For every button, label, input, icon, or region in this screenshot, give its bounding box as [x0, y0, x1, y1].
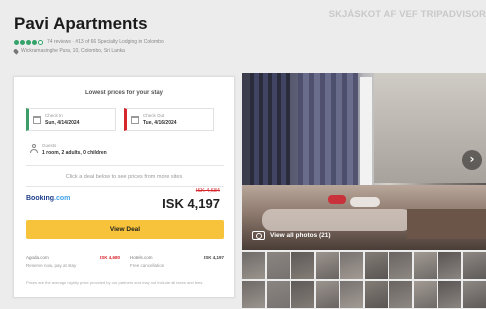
- divider: [26, 186, 224, 187]
- photo-thumbnail[interactable]: [413, 252, 437, 279]
- page-title: Pavi Apartments: [14, 14, 148, 33]
- rating-bubble-icon: [26, 39, 31, 45]
- deals-note: Click a deal below to see prices from mo…: [65, 174, 183, 180]
- check-in-field[interactable]: Check In Sun, 4/14/2024: [26, 108, 116, 131]
- offer-item[interactable]: Agoda.com Reserve now, pay at stay ISK 4…: [26, 253, 120, 273]
- rating-bubble-icon: [32, 39, 37, 45]
- photo-sheet: [262, 209, 412, 231]
- address-text: Wickramasinghe Pura, 10, Colombo, Sri La…: [21, 48, 125, 54]
- offer-name: Hotels.com: [130, 255, 153, 260]
- photo-thumbnail[interactable]: [389, 252, 412, 279]
- view-all-photos-button[interactable]: View all photos (21): [252, 231, 331, 240]
- photo-thumbnail[interactable]: [315, 280, 339, 308]
- photo-thumbnail[interactable]: [364, 252, 388, 279]
- map-pin-icon: [12, 47, 20, 55]
- photo-thumbnail[interactable]: [266, 252, 290, 279]
- check-in-value: Sun, 4/14/2024: [45, 120, 80, 126]
- photo-thumbnail[interactable]: [340, 280, 363, 308]
- camera-icon: [252, 231, 265, 240]
- rating-row: 74 reviews · #13 of 66 Specialty Lodging…: [14, 38, 294, 46]
- photo-thumbnail[interactable]: [413, 280, 437, 308]
- rating-bubbles[interactable]: [14, 39, 43, 45]
- photo-thumbnail[interactable]: [242, 252, 265, 279]
- photo-thumbnail[interactable]: [438, 280, 461, 308]
- old-price: ISK 4,684: [195, 188, 220, 194]
- other-offers: Agoda.com Reserve now, pay at stay ISK 4…: [26, 253, 224, 275]
- rating-bubble-icon: [14, 39, 19, 45]
- offer-item[interactable]: Hotels.com Free cancellation ISK 4,197: [130, 253, 224, 273]
- photo-pillow: [350, 197, 380, 207]
- calendar-icon: [131, 116, 139, 124]
- provider-logo[interactable]: Booking.com: [26, 195, 70, 202]
- photo-pillow: [328, 195, 346, 204]
- photo-thumbnail[interactable]: [291, 280, 314, 308]
- photo-thumbnail[interactable]: [340, 252, 363, 279]
- offer-sub: Free cancellation: [130, 263, 165, 268]
- offer-name: Agoda.com: [26, 255, 49, 260]
- offer-amount: ISK 4,197: [203, 255, 224, 260]
- next-photo-chevron-icon[interactable]: ›: [462, 150, 482, 170]
- booking-heading: Lowest prices for your stay: [84, 90, 164, 96]
- photo-curtain: [298, 73, 358, 203]
- guests-field[interactable]: Guests 1 room, 2 adults, 0 children: [26, 140, 214, 160]
- offer-sub: Reserve now, pay at stay: [26, 263, 77, 268]
- listing-header: Pavi Apartments 74 reviews · #13 of 66 S…: [12, 14, 294, 55]
- photo-thumbnail[interactable]: [438, 252, 461, 279]
- address-row[interactable]: Wickramasinghe Pura, 10, Colombo, Sri La…: [12, 47, 294, 55]
- photo-thumbnail[interactable]: [266, 280, 290, 308]
- provider-name: Booking: [26, 195, 54, 202]
- view-deal-button[interactable]: View Deal: [26, 220, 224, 239]
- price-disclaimer: Prices are the average nightly price pro…: [26, 280, 204, 285]
- photo-thumbnails: [242, 252, 486, 309]
- photo-thumbnail[interactable]: [462, 252, 486, 279]
- check-in-label: Check In: [45, 113, 63, 118]
- offer-amount: ISK 4,680: [99, 255, 120, 260]
- deal-price: ISK 4,197: [162, 196, 220, 211]
- review-summary[interactable]: 74 reviews · #13 of 66 Specialty Lodging…: [47, 39, 164, 45]
- user-icon: [30, 144, 38, 153]
- divider: [26, 165, 224, 166]
- rating-bubble-empty-icon: [38, 39, 43, 45]
- main-photo[interactable]: › View all photos (21): [242, 73, 486, 250]
- guests-value: 1 room, 2 adults, 0 children: [42, 150, 107, 156]
- rating-bubble-icon: [20, 39, 25, 45]
- check-out-value: Tue, 4/16/2024: [143, 120, 177, 126]
- check-out-label: Check Out: [143, 113, 165, 118]
- photo-thumbnail[interactable]: [462, 280, 486, 308]
- check-out-field[interactable]: Check Out Tue, 4/16/2024: [124, 108, 214, 131]
- photo-window: [360, 77, 372, 197]
- photo-credit: SKJÁSKOT AF VEF TRIPADVISOR: [328, 9, 486, 20]
- photo-thumbnail[interactable]: [291, 252, 314, 279]
- booking-card: Lowest prices for your stay Check In Sun…: [13, 76, 235, 298]
- provider-suffix: .com: [54, 195, 71, 202]
- photo-thumbnail[interactable]: [242, 280, 265, 308]
- photo-thumbnail[interactable]: [364, 280, 388, 308]
- view-all-photos-label: View all photos (21): [270, 232, 331, 239]
- photo-furniture: [407, 209, 486, 239]
- photo-thumbnail[interactable]: [389, 280, 412, 308]
- page: SKJÁSKOT AF VEF TRIPADVISOR Pavi Apartme…: [0, 0, 486, 309]
- calendar-icon: [33, 116, 41, 124]
- guests-label: Guests: [42, 143, 57, 148]
- photo-thumbnail[interactable]: [315, 252, 339, 279]
- photo-curtain: [250, 73, 290, 203]
